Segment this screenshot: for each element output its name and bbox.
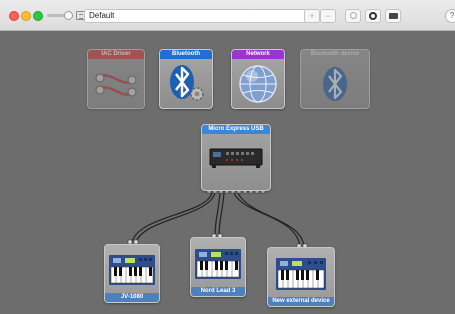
device-bluetooth-offline[interactable]: Bluetooth device bbox=[300, 49, 370, 109]
keyboard-synth-icon bbox=[195, 249, 241, 279]
device-iac-driver[interactable]: IAC Driver bbox=[87, 49, 145, 109]
device-nord-lead-3[interactable]: Nord Lead 3 bbox=[190, 237, 246, 297]
device-label: New external device bbox=[268, 297, 334, 306]
device-title: IAC Driver bbox=[88, 50, 144, 59]
device-bluetooth[interactable]: Bluetooth bbox=[159, 49, 213, 109]
device-jv1080[interactable]: JV-1080 bbox=[104, 244, 160, 303]
device-title: Bluetooth bbox=[160, 50, 212, 59]
keyboard-synth-icon bbox=[109, 255, 155, 285]
network-globe-icon bbox=[239, 65, 277, 103]
midi-interface-icon bbox=[209, 148, 263, 168]
device-title: Network bbox=[232, 50, 284, 59]
device-midi-interface[interactable]: Micro Express USB bbox=[201, 124, 271, 191]
device-title: Bluetooth device bbox=[301, 50, 369, 59]
device-network[interactable]: Network bbox=[231, 49, 285, 109]
bluetooth-gear-icon bbox=[170, 65, 204, 101]
device-label: JV-1080 bbox=[105, 293, 159, 302]
keyboard-synth-icon bbox=[276, 258, 326, 290]
device-new-external[interactable]: New external device bbox=[267, 247, 335, 307]
midi-cable-icon bbox=[95, 73, 137, 97]
device-title: Micro Express USB bbox=[202, 125, 270, 134]
bluetooth-icon bbox=[323, 67, 347, 101]
device-label: Nord Lead 3 bbox=[191, 287, 245, 296]
